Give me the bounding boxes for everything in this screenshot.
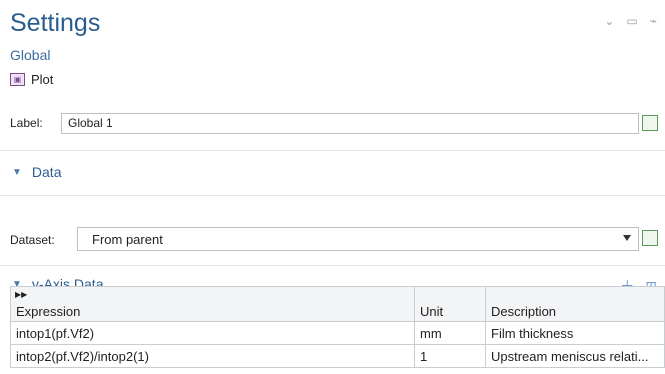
column-header-unit[interactable]: Unit (414, 286, 486, 322)
divider (0, 150, 665, 151)
window-controls: ⌄ ▭ ⌁ (604, 14, 657, 28)
expression-cell[interactable]: intop2(pf.Vf2)/intop2(1) (10, 344, 415, 368)
dataset-value: From parent (92, 232, 163, 247)
chevron-down-icon[interactable]: ⌄ (604, 14, 614, 28)
data-section-header[interactable]: ▼ Data (12, 164, 61, 180)
label-caption: Label: (10, 116, 43, 130)
page-title: Settings (10, 9, 101, 37)
pin-icon[interactable]: ⌁ (650, 14, 657, 28)
table-row[interactable]: intop1(pf.Vf2) mm Film thickness (10, 321, 665, 345)
description-cell[interactable]: Film thickness (485, 321, 665, 345)
dataset-label: Dataset: (10, 233, 55, 247)
chevron-down-icon: ▼ (12, 166, 22, 178)
expression-cell[interactable]: intop1(pf.Vf2) (10, 321, 415, 345)
dataset-action-icon[interactable] (642, 230, 658, 246)
label-action-icon[interactable] (642, 115, 658, 131)
node-type-subtitle: Global (10, 47, 51, 63)
unit-cell[interactable]: 1 (414, 344, 486, 368)
divider (0, 265, 665, 266)
unit-cell[interactable]: mm (414, 321, 486, 345)
label-row: Label: (10, 116, 43, 130)
maximize-icon[interactable]: ▭ (626, 14, 637, 28)
plot-label: Plot (31, 72, 54, 87)
dropdown-arrow-icon (623, 235, 631, 241)
column-header-expression[interactable]: ▶▶ Expression (10, 286, 415, 322)
plot-button[interactable]: ▣ Plot (10, 72, 53, 87)
table-header-row: ▶▶ Expression Unit Description (10, 286, 665, 322)
plot-icon: ▣ (10, 73, 25, 86)
expression-table: ▶▶ Expression Unit Description intop1(pf… (10, 286, 665, 368)
divider (0, 195, 665, 196)
column-header-description[interactable]: Description (485, 286, 665, 322)
dataset-select[interactable]: From parent (77, 227, 639, 251)
data-section-title: Data (31, 164, 62, 180)
sort-icon: ▶▶ (15, 290, 28, 299)
table-row[interactable]: intop2(pf.Vf2)/intop2(1) 1 Upstream meni… (10, 344, 665, 368)
label-input[interactable]: Global 1 (61, 113, 639, 134)
description-cell[interactable]: Upstream meniscus relati... (485, 344, 665, 368)
